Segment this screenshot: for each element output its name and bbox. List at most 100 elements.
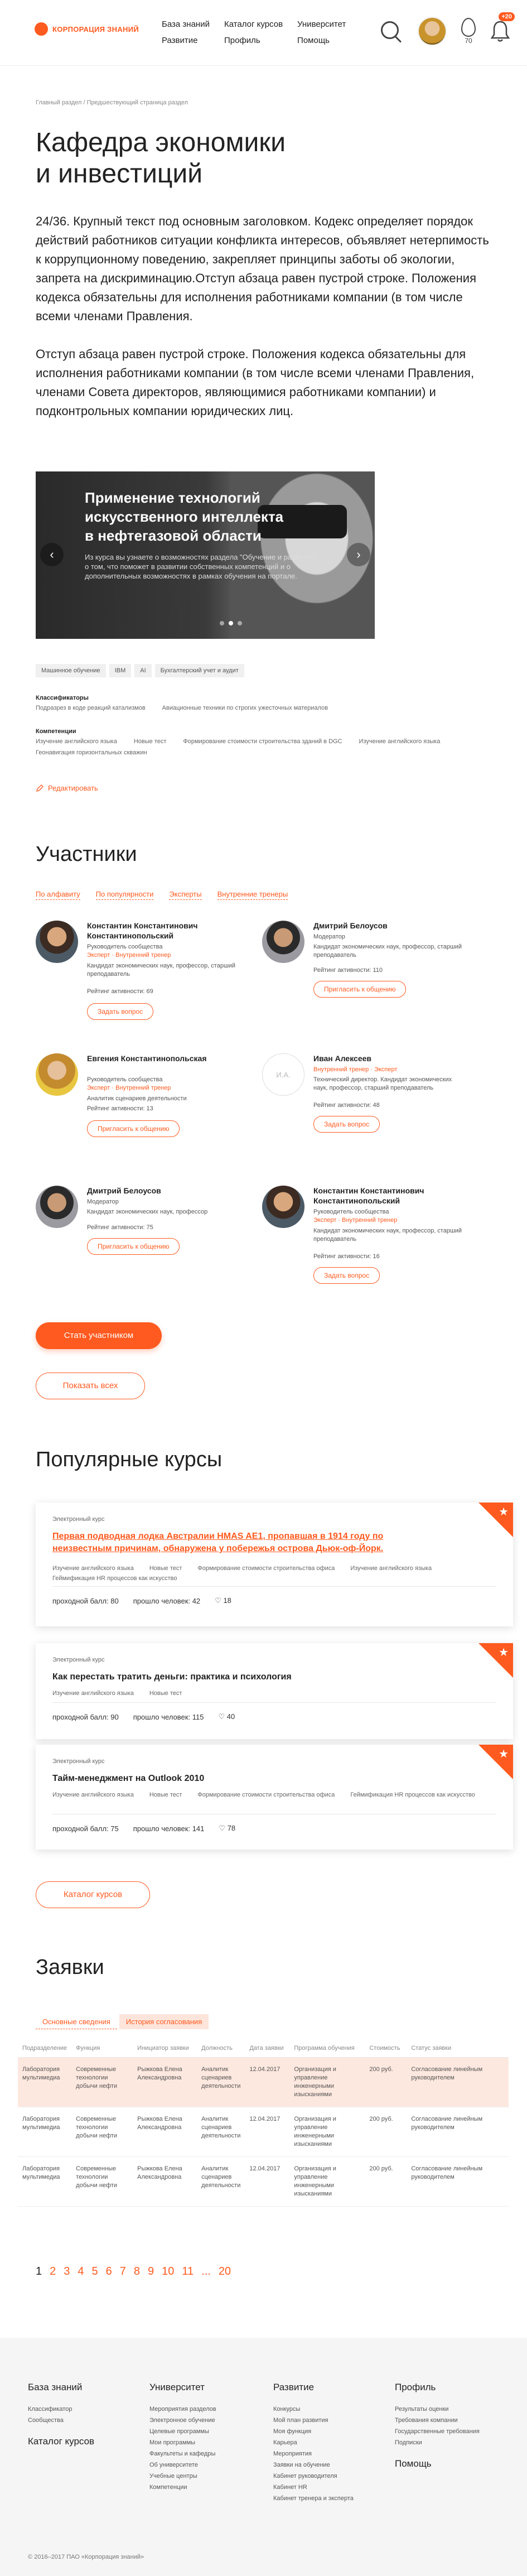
participant-name[interactable]: Евгения Константинопольская — [87, 1053, 238, 1063]
tab-approval-history[interactable]: История согласования — [119, 2014, 209, 2029]
footer-heading[interactable]: Помощь — [395, 2458, 480, 2469]
nav-item-development[interactable]: Развитие — [162, 36, 210, 45]
column-header[interactable]: Инициатор заявки — [133, 2039, 197, 2058]
column-header[interactable]: Подразделение — [18, 2039, 72, 2058]
footer-link[interactable]: Мой план развития — [273, 2415, 354, 2426]
participant-name[interactable]: Дмитрий Белоусов — [313, 921, 464, 931]
nav-item-help[interactable]: Помощь — [297, 36, 346, 45]
likes[interactable]: ♡ 40 — [218, 1712, 235, 1721]
footer-link[interactable]: Подписки — [395, 2437, 480, 2448]
course-tag[interactable]: Геймификация HR процессов как искусство — [52, 1575, 177, 1582]
page-link[interactable]: 11 — [182, 2265, 194, 2278]
classifier-item[interactable]: Авиационные техники по строгих ужесточны… — [162, 705, 328, 711]
footer-link[interactable]: Результаты оценки — [395, 2404, 480, 2415]
invite-button[interactable]: Пригласить к общению — [87, 1120, 180, 1137]
avatar-placeholder[interactable]: И.А. — [262, 1053, 304, 1096]
avatar[interactable] — [262, 921, 304, 963]
footer-link[interactable]: Электронное обучение — [149, 2415, 216, 2426]
competency-item[interactable]: Формирование стоимости строительства зда… — [183, 738, 342, 745]
footer-link[interactable]: Сообщества — [28, 2415, 94, 2426]
footer-link[interactable]: Мои программы — [149, 2437, 216, 2448]
footer-link[interactable]: Кабинет руководителя — [273, 2471, 354, 2482]
footer-link[interactable]: Заявки на обучение — [273, 2459, 354, 2471]
ask-question-button[interactable]: Задать вопрос — [313, 1116, 380, 1133]
footer-link[interactable]: Компетенции — [149, 2482, 216, 2493]
participant-name[interactable]: Иван Алексеев — [313, 1053, 464, 1063]
page-link[interactable]: 3 — [64, 2265, 70, 2278]
edit-link[interactable]: Редактировать — [36, 784, 493, 792]
avatar[interactable] — [36, 1186, 78, 1228]
footer-link[interactable]: Классификатор — [28, 2404, 94, 2415]
invite-button[interactable]: Пригласить к общению — [87, 1238, 180, 1255]
footer-link[interactable]: Учебные центры — [149, 2471, 216, 2482]
footer-heading[interactable]: Каталог курсов — [28, 2436, 94, 2447]
column-header[interactable]: Программа обучения — [289, 2039, 365, 2058]
table-row[interactable]: Лаборатория мультимедиа Современные техн… — [18, 2156, 509, 2207]
course-tag[interactable]: Изучение английского языка — [52, 1792, 134, 1798]
page-link[interactable]: 20 — [219, 2265, 231, 2278]
footer-heading[interactable]: Университет — [149, 2381, 216, 2394]
page-link[interactable]: 9 — [148, 2265, 154, 2278]
ask-question-button[interactable]: Задать вопрос — [87, 1003, 154, 1020]
page-link[interactable]: 10 — [162, 2265, 174, 2278]
filter-popularity[interactable]: По популярности — [95, 890, 154, 900]
course-tag[interactable]: Новые тест — [149, 1792, 182, 1798]
course-tag[interactable]: Новые тест — [149, 1690, 182, 1697]
footer-link[interactable]: Кабинет HR — [273, 2482, 354, 2493]
page-link[interactable]: 8 — [134, 2265, 140, 2278]
show-all-button[interactable]: Показать всех — [36, 1373, 145, 1399]
column-header[interactable]: Должность — [197, 2039, 245, 2058]
tag[interactable]: AI — [134, 664, 152, 677]
competency-item[interactable]: Изучение английского языка — [36, 738, 117, 745]
course-tag[interactable]: Формирование стоимости строительства офи… — [197, 1565, 335, 1572]
participant-name[interactable]: Дмитрий Белоусов — [87, 1186, 238, 1196]
nav-item-university[interactable]: Университет — [297, 20, 346, 29]
page-link[interactable]: 2 — [50, 2265, 56, 2278]
avatar[interactable] — [36, 1053, 78, 1096]
column-header[interactable]: Функция — [71, 2039, 133, 2058]
footer-heading[interactable]: Развитие — [273, 2381, 354, 2394]
slider-prev-arrow[interactable]: ‹ — [40, 543, 64, 566]
footer-link[interactable]: Мероприятия — [273, 2448, 354, 2459]
competency-item[interactable]: Изучение английского языка — [359, 738, 441, 745]
filter-trainers[interactable]: Внутренние тренеры — [217, 890, 288, 900]
page-link[interactable]: 4 — [78, 2265, 84, 2278]
course-title[interactable]: Первая подводная лодка Австралии HMAS AE… — [52, 1530, 437, 1555]
notifications-bell[interactable]: +20 — [490, 12, 515, 42]
likes[interactable]: ♡ 18 — [215, 1596, 231, 1605]
nav-item-course-catalog[interactable]: Каталог курсов — [224, 20, 283, 29]
footer-heading[interactable]: Профиль — [395, 2381, 480, 2394]
course-tag[interactable]: Изучение английского языка — [52, 1690, 134, 1697]
table-row[interactable]: Лаборатория мультимедиа Современные техн… — [18, 2107, 509, 2157]
footer-link[interactable]: Об университете — [149, 2459, 216, 2471]
catalog-button[interactable]: Каталог курсов — [36, 1881, 150, 1908]
course-card[interactable]: ★ Электронный курс Тайм-менеджмент на Ou… — [36, 1745, 513, 1850]
slider-dot[interactable] — [238, 621, 242, 625]
course-title[interactable]: Как перестать тратить деньги: практика и… — [52, 1671, 437, 1683]
course-tag[interactable]: Формирование стоимости строительства офи… — [197, 1792, 335, 1798]
participant-name[interactable]: Константин Константинович Константинопол… — [313, 1186, 464, 1206]
course-card[interactable]: ★ Электронный курс Первая подводная лодк… — [36, 1503, 513, 1626]
page-link[interactable]: 6 — [106, 2265, 112, 2278]
footer-link[interactable]: Конкурсы — [273, 2404, 354, 2415]
page-current[interactable]: 1 — [36, 2265, 42, 2278]
course-tag[interactable]: Изучение английского языка — [52, 1565, 134, 1572]
footer-link[interactable]: Моя функция — [273, 2426, 354, 2437]
course-title[interactable]: Тайм-менеджмент на Outlook 2010 — [52, 1773, 437, 1785]
nav-item-knowledge-base[interactable]: База знаний — [162, 20, 210, 29]
footer-link[interactable]: Кабинет тренера и эксперта — [273, 2493, 354, 2504]
ask-question-button[interactable]: Задать вопрос — [313, 1267, 380, 1284]
user-avatar[interactable] — [418, 17, 447, 46]
slider-dot-active[interactable] — [229, 621, 233, 625]
footer-link[interactable]: Государственные требования — [395, 2426, 480, 2437]
course-tag[interactable]: Новые тест — [149, 1565, 182, 1572]
search-icon[interactable] — [379, 19, 403, 44]
tag[interactable]: Машинное обучение — [36, 664, 106, 677]
course-card[interactable]: ★ Электронный курс Как перестать тратить… — [36, 1643, 513, 1739]
footer-link[interactable]: Мероприятия разделов — [149, 2404, 216, 2415]
course-tag[interactable]: Геймификация HR процессов как искусство — [350, 1792, 475, 1798]
footer-link[interactable]: Факультеты и кафедры — [149, 2448, 216, 2459]
tag[interactable]: Бухгалтерский учет и аудит — [154, 664, 244, 677]
avatar[interactable] — [36, 921, 78, 963]
logo[interactable]: КОРПОРАЦИЯ ЗНАНИЙ — [35, 22, 139, 36]
